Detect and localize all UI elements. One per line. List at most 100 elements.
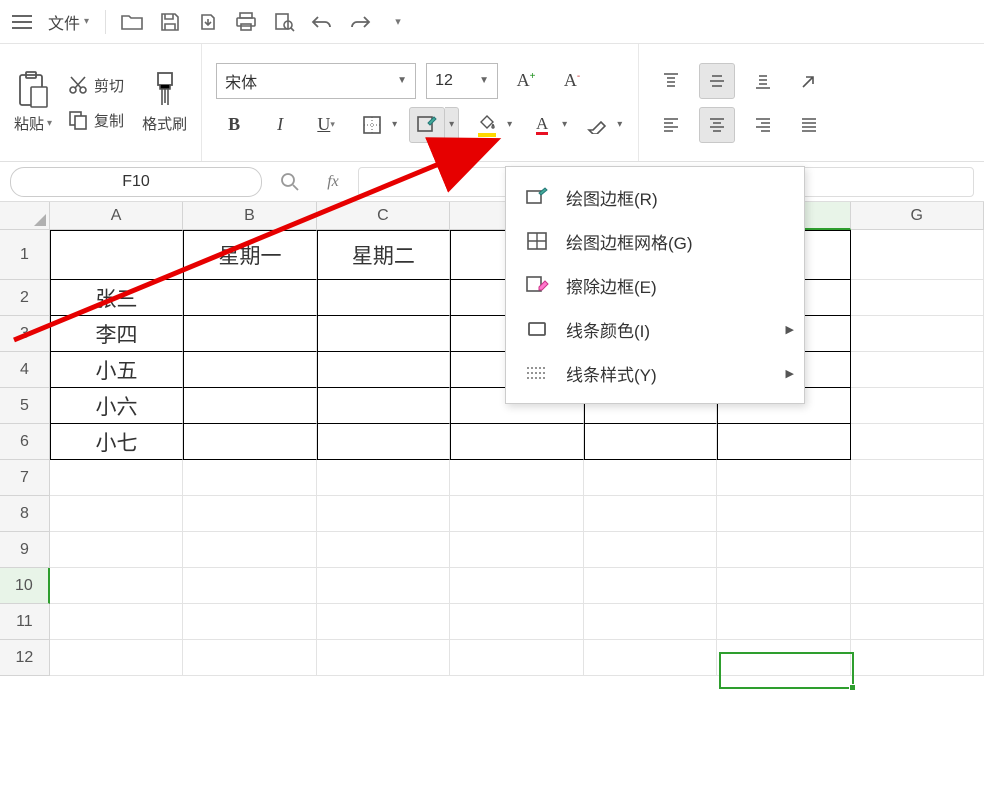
decrease-font-button[interactable]: A-: [554, 63, 590, 99]
align-bottom-button[interactable]: [745, 63, 781, 99]
row-header[interactable]: 12: [0, 640, 50, 676]
find-button[interactable]: [272, 164, 308, 200]
cell[interactable]: [584, 640, 717, 676]
align-left-button[interactable]: [653, 107, 689, 143]
draw-borders-button[interactable]: ▾: [409, 107, 459, 143]
qat-customize-icon[interactable]: ▾: [382, 6, 414, 38]
cell[interactable]: [183, 604, 316, 640]
insert-function-button[interactable]: fx: [318, 167, 348, 197]
cut-button[interactable]: 剪切: [68, 75, 124, 96]
cell[interactable]: [317, 280, 450, 316]
cell[interactable]: [50, 568, 183, 604]
redo-icon[interactable]: [344, 6, 376, 38]
fill-color-button[interactable]: ▾: [469, 107, 514, 143]
cell[interactable]: [450, 604, 583, 640]
font-name-select[interactable]: 宋体 ▼: [216, 63, 416, 99]
cell[interactable]: [50, 604, 183, 640]
export-icon[interactable]: [192, 6, 224, 38]
col-header[interactable]: A: [50, 202, 183, 230]
menu-item-draw-border[interactable]: 绘图边框(R): [506, 175, 804, 219]
cell[interactable]: [50, 496, 183, 532]
cell[interactable]: [183, 424, 316, 460]
cell[interactable]: [717, 568, 850, 604]
orientation-button[interactable]: [791, 63, 827, 99]
cell[interactable]: [317, 532, 450, 568]
cell[interactable]: [584, 568, 717, 604]
cell[interactable]: 小六: [50, 388, 183, 424]
row-header[interactable]: 5: [0, 388, 50, 424]
clear-format-button[interactable]: ▾: [579, 107, 624, 143]
cell[interactable]: 小七: [50, 424, 183, 460]
align-top-button[interactable]: [653, 63, 689, 99]
italic-button[interactable]: I: [262, 107, 298, 143]
cell[interactable]: [584, 496, 717, 532]
col-header[interactable]: G: [851, 202, 984, 230]
cell[interactable]: [317, 388, 450, 424]
cell[interactable]: [450, 424, 583, 460]
cell[interactable]: [851, 230, 984, 280]
row-header[interactable]: 3: [0, 316, 50, 352]
cell[interactable]: [851, 460, 984, 496]
cell[interactable]: [183, 496, 316, 532]
cell[interactable]: [584, 424, 717, 460]
cell[interactable]: [717, 496, 850, 532]
cell[interactable]: [183, 532, 316, 568]
cell[interactable]: [717, 460, 850, 496]
cell[interactable]: [50, 640, 183, 676]
cell[interactable]: [450, 532, 583, 568]
cell[interactable]: [50, 230, 183, 280]
fill-handle[interactable]: [849, 684, 856, 691]
menu-item-line-color[interactable]: 线条颜色(I) ▶: [506, 307, 804, 351]
print-icon[interactable]: [230, 6, 262, 38]
cell[interactable]: [584, 604, 717, 640]
name-box[interactable]: F10: [10, 167, 262, 197]
row-header[interactable]: 9: [0, 532, 50, 568]
cell[interactable]: [317, 352, 450, 388]
cell[interactable]: [584, 460, 717, 496]
menu-icon[interactable]: [8, 8, 36, 36]
row-header[interactable]: 11: [0, 604, 50, 640]
cell[interactable]: [183, 280, 316, 316]
bold-button[interactable]: B: [216, 107, 252, 143]
menu-item-draw-border-grid[interactable]: 绘图边框网格(G): [506, 219, 804, 263]
cell[interactable]: [851, 568, 984, 604]
menu-item-erase-border[interactable]: 擦除边框(E): [506, 263, 804, 307]
cell[interactable]: [317, 640, 450, 676]
cell[interactable]: [851, 424, 984, 460]
align-center-button[interactable]: [699, 107, 735, 143]
cell[interactable]: [851, 388, 984, 424]
select-all-corner[interactable]: [0, 202, 50, 230]
format-painter-button[interactable]: 格式刷: [142, 71, 187, 134]
cell[interactable]: 小五: [50, 352, 183, 388]
row-header[interactable]: 1: [0, 230, 50, 280]
row-header[interactable]: 8: [0, 496, 50, 532]
cell[interactable]: 星期二: [317, 230, 450, 280]
row-header[interactable]: 4: [0, 352, 50, 388]
cell[interactable]: [50, 460, 183, 496]
cell[interactable]: [317, 316, 450, 352]
cell[interactable]: [183, 640, 316, 676]
cell[interactable]: [317, 460, 450, 496]
copy-button[interactable]: 复制: [68, 110, 124, 131]
font-color-button[interactable]: A ▾: [524, 107, 569, 143]
open-icon[interactable]: [116, 6, 148, 38]
cell[interactable]: 星期一: [183, 230, 316, 280]
cell[interactable]: [317, 424, 450, 460]
cell[interactable]: [717, 424, 850, 460]
font-size-select[interactable]: 12 ▼: [426, 63, 498, 99]
cell[interactable]: [584, 532, 717, 568]
cell[interactable]: [50, 532, 183, 568]
cell[interactable]: [450, 640, 583, 676]
cell[interactable]: [183, 316, 316, 352]
save-icon[interactable]: [154, 6, 186, 38]
borders-button[interactable]: ▾: [354, 107, 399, 143]
underline-button[interactable]: U▾: [308, 107, 344, 143]
cell[interactable]: [317, 496, 450, 532]
row-header[interactable]: 7: [0, 460, 50, 496]
cell[interactable]: [851, 604, 984, 640]
justify-button[interactable]: [791, 107, 827, 143]
cell[interactable]: [450, 460, 583, 496]
cell[interactable]: 张三: [50, 280, 183, 316]
cell[interactable]: [183, 388, 316, 424]
cell[interactable]: [717, 640, 850, 676]
